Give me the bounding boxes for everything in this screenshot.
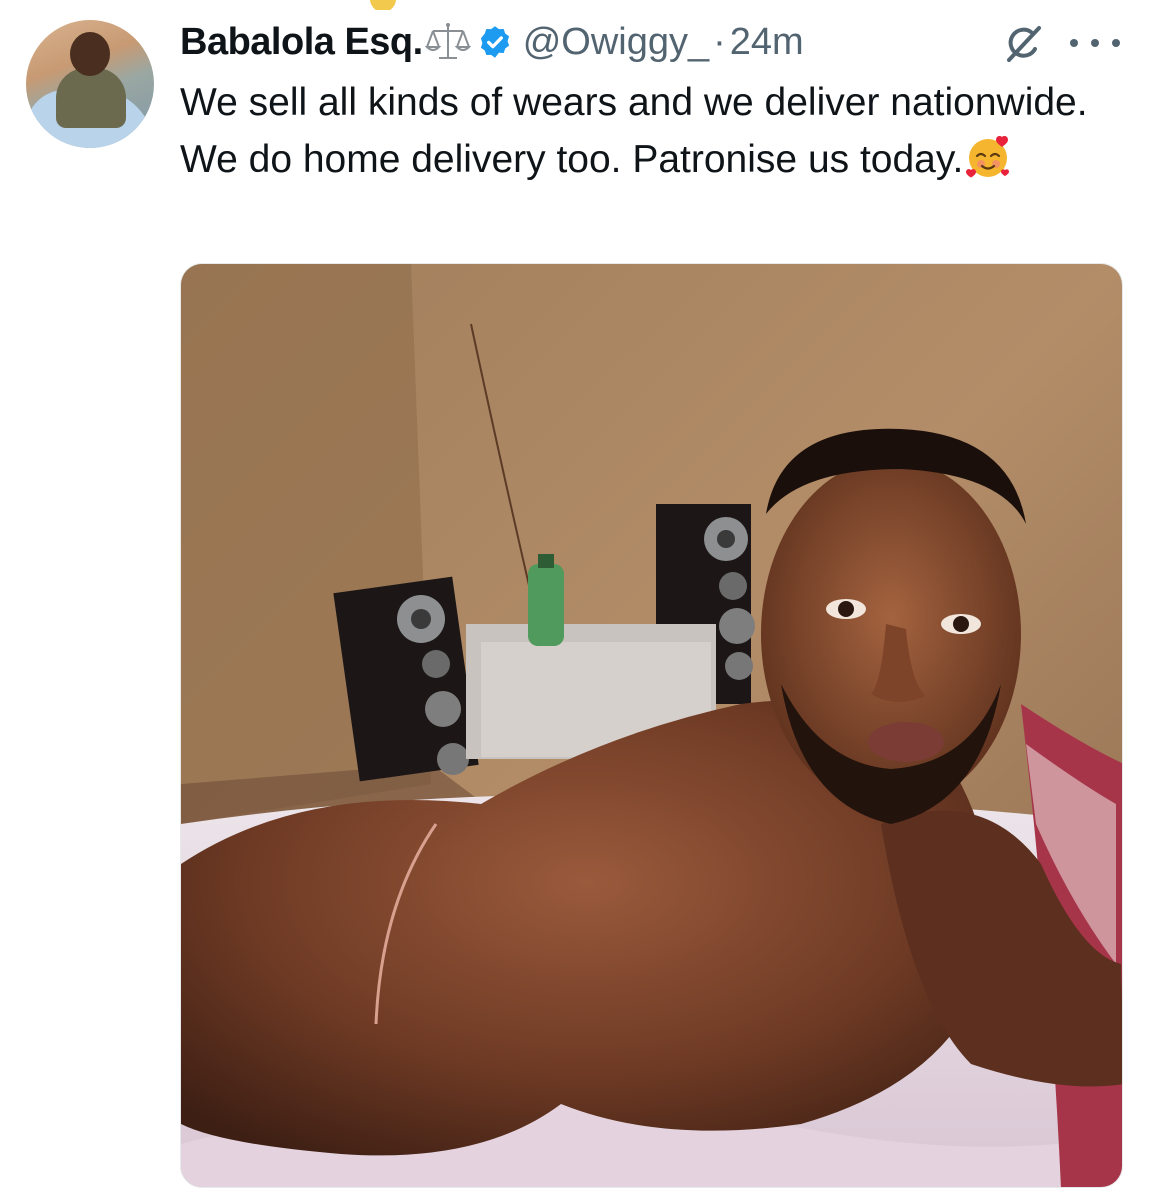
avatar[interactable] bbox=[26, 20, 154, 148]
previous-emoji-sliver bbox=[330, 0, 500, 10]
verified-badge-icon bbox=[477, 24, 513, 60]
separator-dot: · bbox=[713, 20, 726, 63]
tweet-text-container: We sell all kinds of wears and we delive… bbox=[180, 74, 1130, 188]
more-options-icon[interactable] bbox=[1070, 28, 1120, 58]
author-handle[interactable]: @Owiggy_ bbox=[523, 21, 709, 64]
tweet-header: Babalola Esq. @Owiggy_ · 24m bbox=[180, 18, 804, 66]
tweet-text: We sell all kinds of wears and we delive… bbox=[180, 81, 1088, 181]
scales-icon bbox=[424, 21, 471, 63]
timestamp[interactable]: 24m bbox=[730, 21, 804, 64]
grok-icon[interactable] bbox=[1001, 22, 1045, 66]
smiling-face-with-hearts-emoji bbox=[965, 134, 1011, 180]
tweet-media-image[interactable] bbox=[180, 263, 1123, 1188]
author-name[interactable]: Babalola Esq. bbox=[180, 21, 423, 64]
photo-illustration bbox=[181, 264, 1122, 1187]
tweet[interactable]: Babalola Esq. @Owiggy_ · 24m We sell all… bbox=[0, 0, 1149, 1200]
